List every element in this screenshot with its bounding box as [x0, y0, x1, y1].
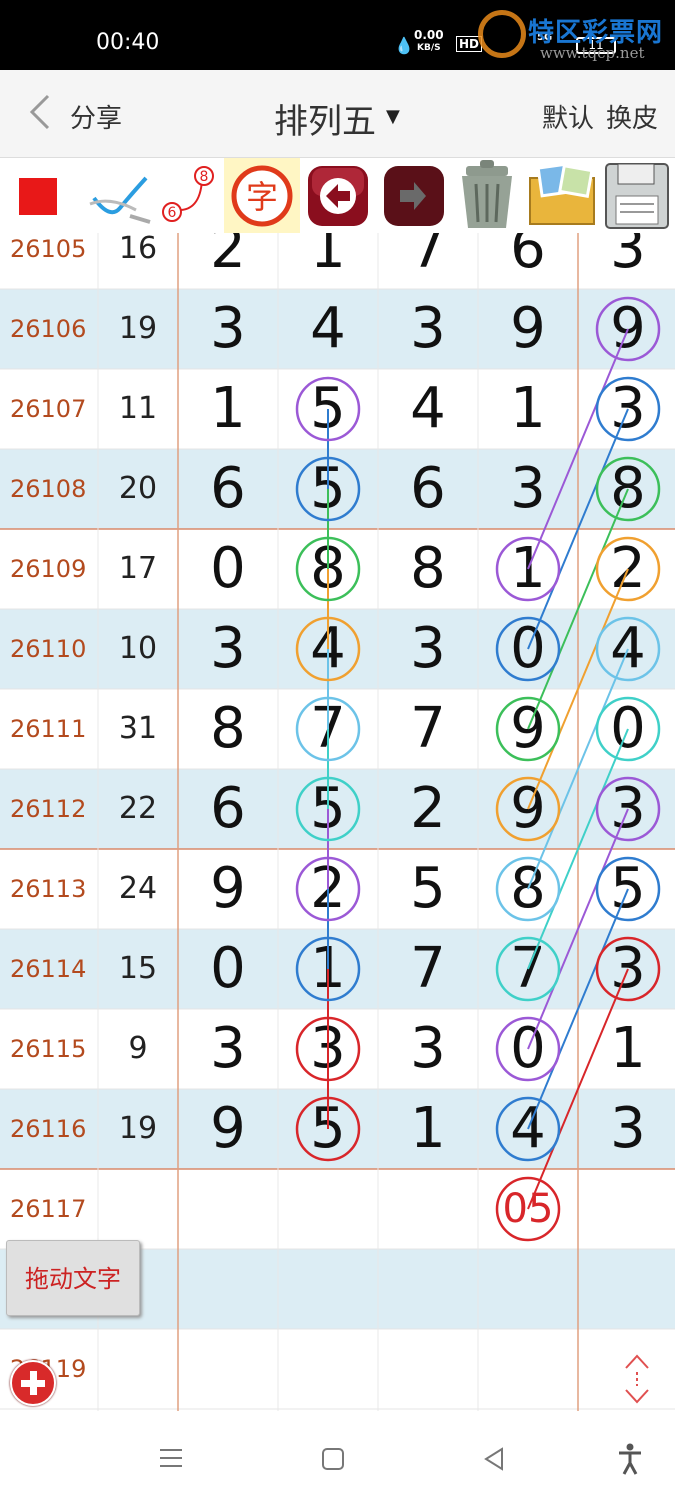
- net-speed-unit: KB/S: [417, 43, 441, 53]
- trend-lines: [0, 233, 675, 1411]
- scroll-arrows-icon[interactable]: [622, 1352, 652, 1406]
- drag-text-button[interactable]: 拖动文字: [6, 1240, 140, 1316]
- page-title[interactable]: 排列五: [274, 94, 376, 143]
- char-icon-label: 字: [246, 178, 278, 216]
- connect-6-8-icon[interactable]: 68: [156, 158, 222, 233]
- gallery-icon[interactable]: [524, 158, 600, 233]
- skin-button[interactable]: 换皮: [606, 98, 658, 135]
- dropdown-caret-icon[interactable]: ▼: [386, 106, 400, 127]
- forward-arrow-icon[interactable]: [378, 158, 450, 233]
- add-plus-icon[interactable]: [10, 1360, 56, 1406]
- trend-grid[interactable]: 26105 16 2 1 7 6 3 26106 19 3 4 3 9 9 26107 11 1 5 4 1 3 2610…: [0, 233, 675, 1411]
- back-chevron-icon[interactable]: [26, 92, 56, 132]
- trash-icon[interactable]: [450, 158, 524, 233]
- menu-icon[interactable]: [158, 1447, 184, 1469]
- back-arrow-icon[interactable]: [302, 158, 374, 233]
- watermark-url: www.tqcp.net: [540, 44, 645, 62]
- connect-from-label: 6: [168, 205, 177, 221]
- default-button[interactable]: 默认: [542, 98, 594, 135]
- char-icon[interactable]: 字: [224, 158, 300, 233]
- connect-to-label: 8: [200, 169, 209, 185]
- red-square-icon[interactable]: [0, 158, 76, 233]
- system-nav-bar: [0, 1411, 675, 1500]
- back-icon[interactable]: [482, 1447, 506, 1471]
- data-drop-icon: 💧: [394, 36, 414, 55]
- toolbar: 68 字: [0, 158, 675, 233]
- save-disk-icon[interactable]: [600, 158, 675, 233]
- header-bar: 分享 排列五 ▼ 默认 换皮: [0, 70, 675, 158]
- status-bar: 00:40 💧 0.00 KB/S HD 5G 11 特区彩票网 www.tqcp…: [0, 0, 675, 70]
- home-icon[interactable]: [321, 1447, 345, 1471]
- net-speed-value: 0.00: [414, 28, 444, 42]
- net-speed: 0.00 KB/S: [414, 28, 444, 54]
- pen-check-icon[interactable]: [80, 158, 156, 233]
- status-time: 00:40: [96, 30, 160, 55]
- watermark-logo: [478, 10, 526, 58]
- share-button[interactable]: 分享: [70, 98, 122, 135]
- accessibility-icon[interactable]: [617, 1443, 643, 1475]
